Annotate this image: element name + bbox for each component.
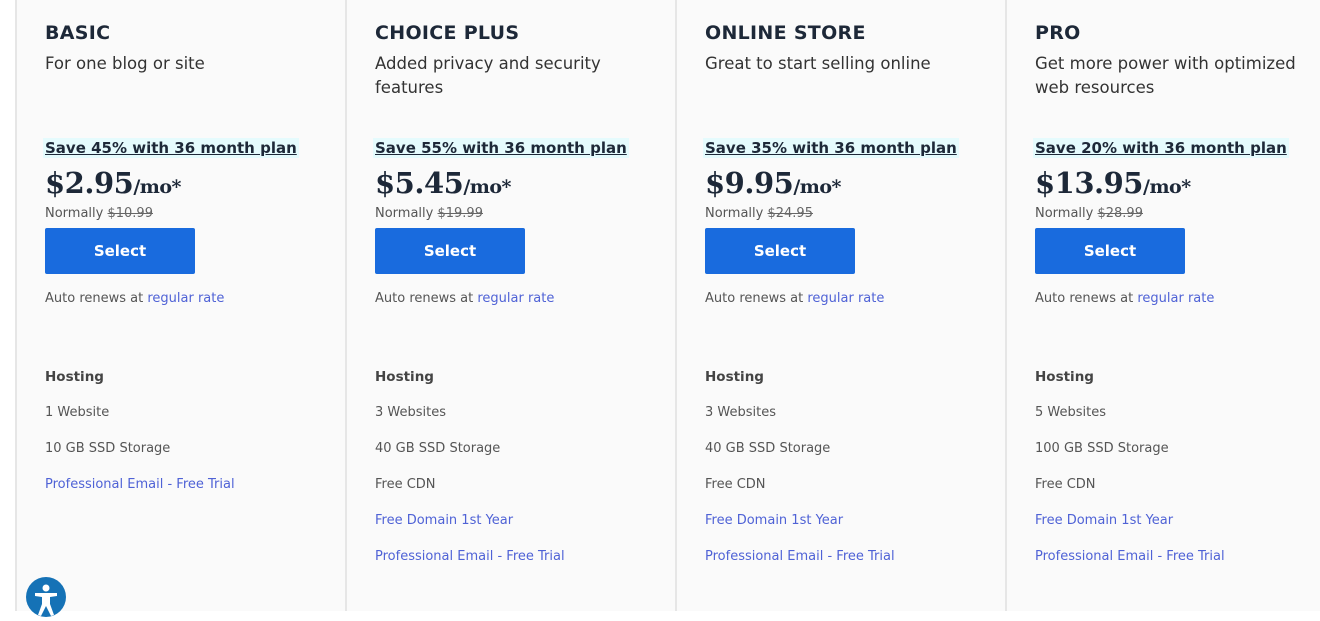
old-price: $24.95	[767, 206, 813, 221]
auto-renew-text: Auto renews at	[705, 291, 804, 306]
plan-card: PRO Get more power with optimized web re…	[1005, 0, 1320, 611]
feature-item: 1 Website	[45, 405, 110, 420]
feature-item: 10 GB SSD Storage	[45, 441, 171, 456]
normal-price: Normally $24.95	[705, 206, 1005, 221]
feature-item: 3 Websites	[705, 405, 776, 420]
feature-item: Free CDN	[705, 477, 766, 492]
accessibility-button[interactable]	[26, 577, 66, 617]
regular-rate-link[interactable]: regular rate	[147, 291, 224, 306]
old-price: $10.99	[107, 206, 153, 221]
plan-name: ONLINE STORE	[705, 22, 866, 44]
plan-card: BASIC For one blog or site Save 45% with…	[15, 0, 345, 611]
plan-name: PRO	[1035, 22, 1081, 44]
feature-item: 5 Websites	[1035, 405, 1106, 420]
feature-item: 40 GB SSD Storage	[705, 441, 831, 456]
features-heading: Hosting	[1035, 369, 1094, 385]
plans-list: BASIC For one blog or site Save 45% with…	[15, 0, 1320, 611]
old-price: $28.99	[1097, 206, 1143, 221]
price-period: /mo*	[463, 176, 511, 198]
normally-label: Normally	[45, 206, 104, 221]
plan-price: $5.45/mo*	[375, 166, 675, 200]
auto-renew-text: Auto renews at	[1035, 291, 1134, 306]
old-price: $19.99	[437, 206, 483, 221]
price-period: /mo*	[793, 176, 841, 198]
accessibility-icon	[35, 584, 57, 616]
select-button[interactable]: Select	[375, 228, 525, 274]
normal-price: Normally $19.99	[375, 206, 675, 221]
feature-item[interactable]: Professional Email - Free Trial	[1035, 549, 1320, 565]
normally-label: Normally	[705, 206, 764, 221]
feature-item: Free CDN	[375, 477, 436, 492]
auto-renew-note: Auto renews at regular rate	[375, 291, 675, 306]
price-value: $2.95	[45, 166, 134, 200]
plan-price: $9.95/mo*	[705, 166, 1005, 200]
normal-price: Normally $28.99	[1035, 206, 1320, 221]
feature-item: 100 GB SSD Storage	[1035, 441, 1169, 456]
plan-card: ONLINE STORE Great to start selling onli…	[675, 0, 1005, 611]
feature-item[interactable]: Free Domain 1st Year	[375, 513, 675, 529]
price-value: $9.95	[705, 166, 794, 200]
price-period: /mo*	[133, 176, 181, 198]
features-heading: Hosting	[45, 369, 104, 385]
plan-description: Great to start selling online	[705, 54, 931, 73]
auto-renew-text: Auto renews at	[45, 291, 144, 306]
regular-rate-link[interactable]: regular rate	[807, 291, 884, 306]
feature-item: 40 GB SSD Storage	[375, 441, 501, 456]
plan-description: For one blog or site	[45, 54, 205, 73]
plan-description: Get more power with optimized web resour…	[1035, 54, 1296, 97]
normally-label: Normally	[1035, 206, 1094, 221]
plan-name: CHOICE PLUS	[375, 22, 520, 44]
select-button[interactable]: Select	[705, 228, 855, 274]
save-offer-link[interactable]: Save 20% with 36 month plan	[1033, 138, 1289, 158]
plan-price: $2.95/mo*	[45, 166, 345, 200]
select-button[interactable]: Select	[45, 228, 195, 274]
save-offer-link[interactable]: Save 35% with 36 month plan	[703, 138, 959, 158]
save-offer-link[interactable]: Save 45% with 36 month plan	[43, 138, 299, 158]
plan-price: $13.95/mo*	[1035, 166, 1320, 200]
price-period: /mo*	[1143, 176, 1191, 198]
features-heading: Hosting	[375, 369, 434, 385]
feature-item[interactable]: Professional Email - Free Trial	[45, 477, 345, 493]
save-offer-link[interactable]: Save 55% with 36 month plan	[373, 138, 629, 158]
normally-label: Normally	[375, 206, 434, 221]
feature-item[interactable]: Free Domain 1st Year	[1035, 513, 1320, 529]
price-value: $5.45	[375, 166, 464, 200]
select-button[interactable]: Select	[1035, 228, 1185, 274]
auto-renew-note: Auto renews at regular rate	[45, 291, 345, 306]
features-heading: Hosting	[705, 369, 764, 385]
price-value: $13.95	[1035, 166, 1144, 200]
feature-item: Free CDN	[1035, 477, 1096, 492]
feature-item: 3 Websites	[375, 405, 446, 420]
auto-renew-text: Auto renews at	[375, 291, 474, 306]
auto-renew-note: Auto renews at regular rate	[1035, 291, 1320, 306]
feature-item[interactable]: Professional Email - Free Trial	[375, 549, 675, 565]
feature-item[interactable]: Professional Email - Free Trial	[705, 549, 1005, 565]
feature-item[interactable]: Free Domain 1st Year	[705, 513, 1005, 529]
plan-card: CHOICE PLUS Added privacy and security f…	[345, 0, 675, 611]
regular-rate-link[interactable]: regular rate	[477, 291, 554, 306]
regular-rate-link[interactable]: regular rate	[1137, 291, 1214, 306]
normal-price: Normally $10.99	[45, 206, 345, 221]
plan-name: BASIC	[45, 22, 111, 44]
auto-renew-note: Auto renews at regular rate	[705, 291, 1005, 306]
plan-description: Added privacy and security features	[375, 54, 601, 97]
